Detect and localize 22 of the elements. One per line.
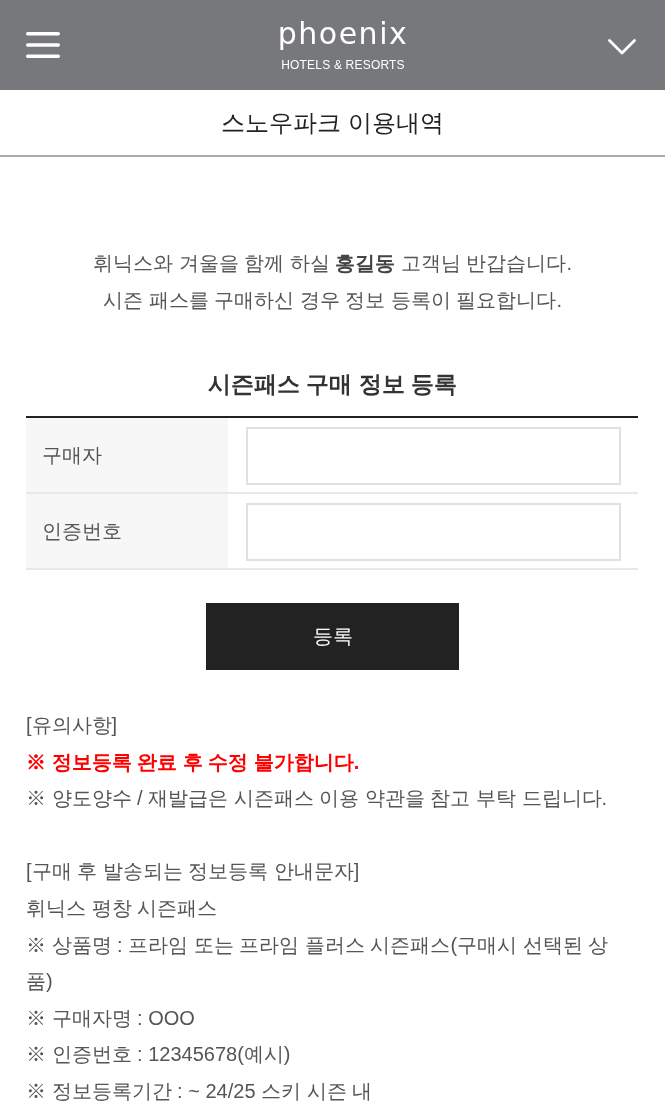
field-label: 인증번호 [26,494,228,568]
brand-logo-wordmark[interactable]: phoenix [277,17,409,51]
menu-icon[interactable] [26,32,60,58]
chevron-down-icon[interactable] [608,39,636,55]
note-text: ※ 상품명 : 프라임 또는 프라임 플러스 시즌패스(구매시 선택된 상품) [26,932,610,995]
brand-tagline: HOTELS & RESORTS [281,57,405,73]
input-field[interactable] [246,427,621,485]
form-title: 시즌패스 구매 정보 등록 [206,370,459,399]
register-button[interactable]: 등록 [206,603,459,670]
note-text: ※ 정보등록기간 : ~ 24/25 스키 시즌 내 [26,1078,374,1104]
field-label: 구매자 [26,418,228,492]
warning-text: ※ 정보등록 완료 후 수정 불가합니다. [26,749,361,775]
input-field[interactable] [246,503,621,561]
note-text: ※ 구매자명 : OOO [26,1005,196,1031]
note-text: 휘닉스 평창 시즌패스 [26,895,219,921]
note-text: ※ 인증번호 : 12345678(예시) [26,1042,292,1068]
greeting-text: 휘닉스와 겨울을 함께 하실 홍길동 고객님 반갑습니다. [92,251,573,276]
note-text: ※ 양도양수 / 재발급은 시즌패스 이용 약관을 참고 부탁 드립니다. [26,786,609,812]
notes-heading: [구매 후 발송되는 정보등록 안내문자] [26,859,361,885]
page-title: 스노우파크 이용내역 [221,107,444,138]
notes-heading: [유의사항] [26,713,119,738]
greeting-text: 시즌 패스를 구매하신 경우 정보 등록이 필요합니다. [102,288,563,313]
